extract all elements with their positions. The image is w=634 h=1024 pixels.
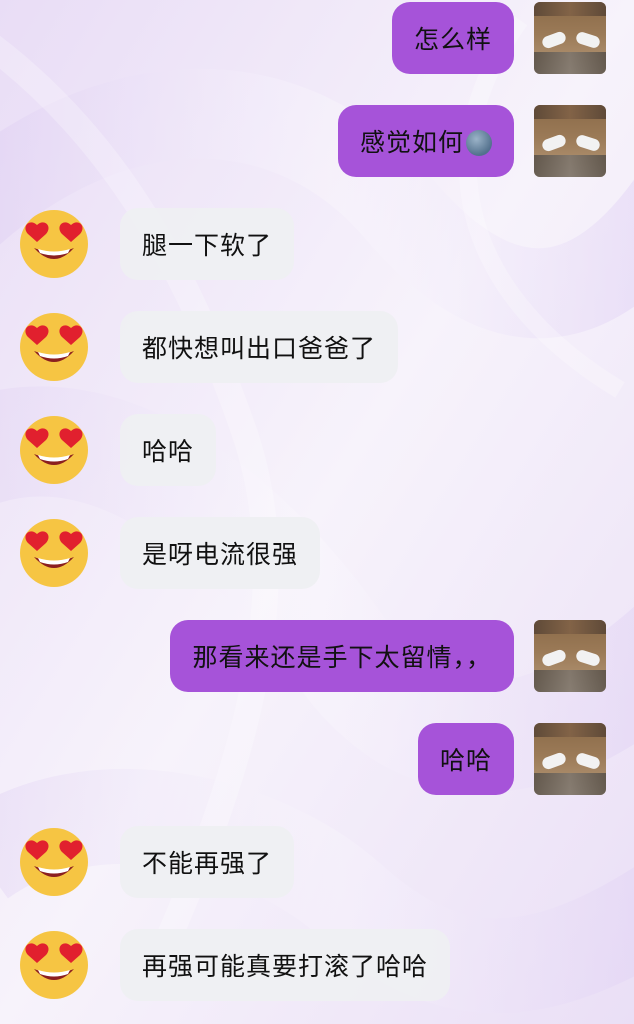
avatar[interactable] <box>534 620 606 692</box>
avatar[interactable] <box>534 2 606 74</box>
message-text: 都快想叫出口爸爸了 <box>142 334 377 363</box>
message-row: 是呀电流很强 <box>18 517 321 589</box>
message-text: 感觉如何 <box>359 128 464 157</box>
avatar[interactable] <box>534 105 606 177</box>
message-text: 那看来还是手下太留情，， <box>192 643 492 672</box>
incoming-message-bubble[interactable]: 是呀电流很强 <box>120 517 321 589</box>
message-row: 怎么样 <box>391 2 606 74</box>
message-text: 哈哈 <box>142 437 195 466</box>
outgoing-message-bubble[interactable]: 感觉如何 <box>337 105 514 177</box>
outgoing-message-bubble[interactable]: 怎么样 <box>391 2 514 74</box>
heart-eyes-emoji-icon <box>20 416 88 484</box>
photo-avatar-icon <box>534 723 606 795</box>
incoming-message-bubble[interactable]: 哈哈 <box>120 414 217 486</box>
avatar[interactable] <box>18 929 90 1001</box>
message-text: 怎么样 <box>413 25 492 54</box>
incoming-message-bubble[interactable]: 不能再强了 <box>120 826 295 898</box>
outgoing-message-bubble[interactable]: 那看来还是手下太留情，， <box>170 620 514 692</box>
message-row: 腿一下软了 <box>18 208 295 280</box>
message-text: 再强可能真要打滚了哈哈 <box>142 952 429 981</box>
message-row: 那看来还是手下太留情，， <box>170 620 606 692</box>
message-text: 腿一下软了 <box>142 231 273 260</box>
message-text: 是呀电流很强 <box>142 540 299 569</box>
heart-eyes-emoji-icon <box>20 828 88 896</box>
incoming-message-bubble[interactable]: 再强可能真要打滚了哈哈 <box>120 929 451 1001</box>
message-row: 哈哈 <box>18 414 217 486</box>
photo-avatar-icon <box>534 105 606 177</box>
heart-eyes-emoji-icon <box>20 931 88 999</box>
message-row: 不能再强了 <box>18 826 295 898</box>
avatar[interactable] <box>534 723 606 795</box>
photo-avatar-icon <box>534 620 606 692</box>
outgoing-message-bubble[interactable]: 哈哈 <box>417 723 514 795</box>
message-row: 再强可能真要打滚了哈哈 <box>18 929 451 1001</box>
chat-thread: 怎么样 感觉如何 腿一下软了 都快想叫出口爸爸了 哈哈 是呀电流很强 那看来还是… <box>0 0 634 1024</box>
avatar[interactable] <box>18 517 90 589</box>
message-row: 都快想叫出口爸爸了 <box>18 311 399 383</box>
heart-eyes-emoji-icon <box>20 313 88 381</box>
message-row: 哈哈 <box>417 723 606 795</box>
new-moon-face-icon <box>466 130 492 156</box>
message-row: 感觉如何 <box>337 105 606 177</box>
avatar[interactable] <box>18 826 90 898</box>
message-text: 哈哈 <box>439 746 492 775</box>
photo-avatar-icon <box>534 2 606 74</box>
avatar[interactable] <box>18 311 90 383</box>
message-text: 不能再强了 <box>142 849 273 878</box>
avatar[interactable] <box>18 208 90 280</box>
avatar[interactable] <box>18 414 90 486</box>
incoming-message-bubble[interactable]: 都快想叫出口爸爸了 <box>120 311 399 383</box>
heart-eyes-emoji-icon <box>20 210 88 278</box>
heart-eyes-emoji-icon <box>20 519 88 587</box>
incoming-message-bubble[interactable]: 腿一下软了 <box>120 208 295 280</box>
